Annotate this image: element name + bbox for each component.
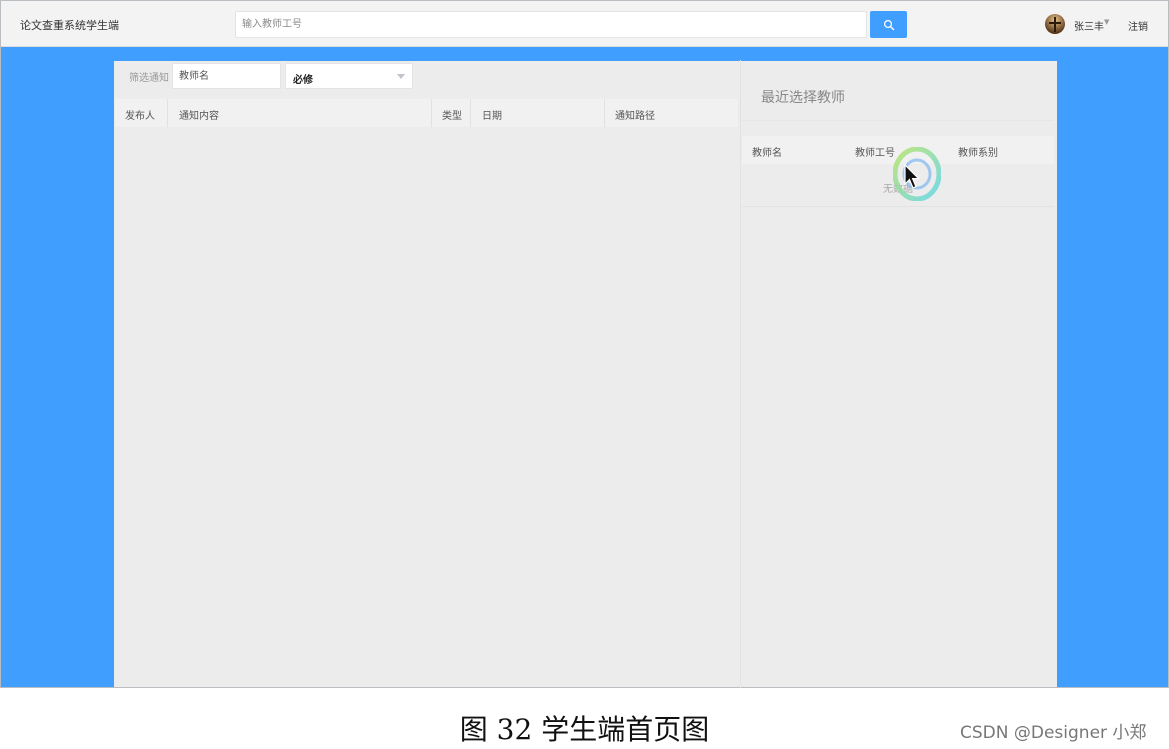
divider <box>742 120 1054 121</box>
notice-table-body <box>115 127 738 687</box>
top-navbar: 论文查重系统学生端 张三丰 ▼ <box>1 1 1168 47</box>
column-header-date[interactable]: 日期 <box>482 107 502 122</box>
column-header-teacher-name[interactable]: 教师名 <box>752 144 782 159</box>
logout-button[interactable]: 注销 <box>1128 18 1148 33</box>
column-header-publisher[interactable]: 发布人 <box>125 107 155 122</box>
course-type-select[interactable]: 必修 <box>285 63 413 89</box>
notice-table-header: 发布人 通知内容 类型 日期 通知路径 <box>115 99 738 127</box>
mouse-pointer-icon <box>904 164 920 189</box>
column-header-teacher-dept[interactable]: 教师系别 <box>958 144 998 159</box>
column-header-type[interactable]: 类型 <box>442 107 462 122</box>
column-header-teacher-id[interactable]: 教师工号 <box>855 144 895 159</box>
search-button[interactable] <box>870 11 907 38</box>
recent-teachers-title: 最近选择教师 <box>761 90 845 106</box>
divider <box>742 206 1054 207</box>
search-icon <box>883 19 894 30</box>
teacher-name-filter-input[interactable] <box>172 63 281 89</box>
app-title: 论文查重系统学生端 <box>20 19 119 32</box>
filter-label: 筛选通知 <box>129 73 169 84</box>
teacher-id-search-input[interactable] <box>235 11 867 38</box>
watermark: CSDN @Designer 小郑 <box>960 723 1147 743</box>
column-header-path[interactable]: 通知路径 <box>615 107 655 122</box>
recent-teachers-table-header: 教师名 教师工号 教师系别 <box>742 136 1054 164</box>
chevron-down-icon[interactable]: ▼ <box>1104 18 1109 26</box>
notice-table: 发布人 通知内容 类型 日期 通知路径 <box>115 99 738 127</box>
course-type-selected-value: 必修 <box>293 75 313 86</box>
chevron-down-icon <box>397 74 405 79</box>
column-header-content[interactable]: 通知内容 <box>179 107 219 122</box>
user-name[interactable]: 张三丰 <box>1074 18 1104 33</box>
avatar[interactable] <box>1045 14 1065 34</box>
